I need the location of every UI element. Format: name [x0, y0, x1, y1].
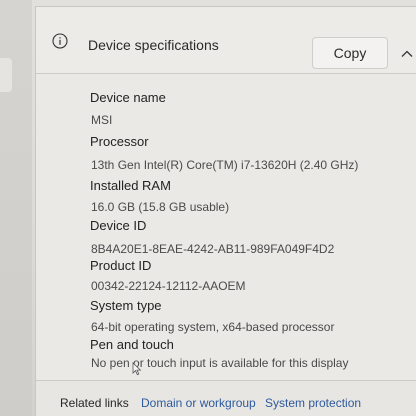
spec-value-installed-ram: 16.0 GB (15.8 GB usable) [91, 200, 230, 214]
spec-value-processor: 13th Gen Intel(R) Core(TM) i7-13620H (2.… [91, 158, 359, 172]
spec-value-pen-and-touch: No pen or touch input is available for t… [91, 356, 349, 370]
spec-value-device-id: 8B4A20E1-8EAE-4242-AB11-989FA049F4D2 [91, 242, 335, 256]
system-protection-link[interactable]: System protection [265, 396, 361, 410]
info-icon [52, 33, 68, 49]
nav-item-edge[interactable] [0, 58, 12, 92]
chevron-up-icon[interactable] [400, 47, 414, 61]
spec-label-installed-ram: Installed RAM [90, 178, 171, 193]
copy-button[interactable]: Copy [312, 37, 388, 69]
spec-label-product-id: Product ID [90, 258, 152, 273]
navigation-pane-edge [0, 0, 32, 416]
spec-value-system-type: 64-bit operating system, x64-based proce… [91, 320, 335, 334]
related-links-bar: Related links Domain or workgroup System… [36, 380, 416, 416]
related-links-label: Related links [60, 396, 129, 410]
device-specifications-card: Device specifications Copy Device name M… [35, 6, 416, 416]
spec-label-pen-and-touch: Pen and touch [90, 337, 174, 352]
spec-value-product-id: 00342-22124-12112-AAOEM [91, 279, 246, 293]
spec-label-system-type: System type [90, 298, 162, 313]
spec-label-device-name: Device name [90, 90, 166, 105]
section-title: Device specifications [88, 37, 219, 53]
spec-label-processor: Processor [90, 134, 149, 149]
spec-label-device-id: Device ID [90, 218, 147, 233]
spec-value-device-name: MSI [91, 113, 113, 127]
mouse-cursor-icon [132, 362, 142, 376]
device-specifications-header[interactable]: Device specifications Copy [36, 7, 416, 74]
settings-window: Device specifications Copy Device name M… [0, 0, 416, 416]
domain-or-workgroup-link[interactable]: Domain or workgroup [141, 396, 256, 410]
